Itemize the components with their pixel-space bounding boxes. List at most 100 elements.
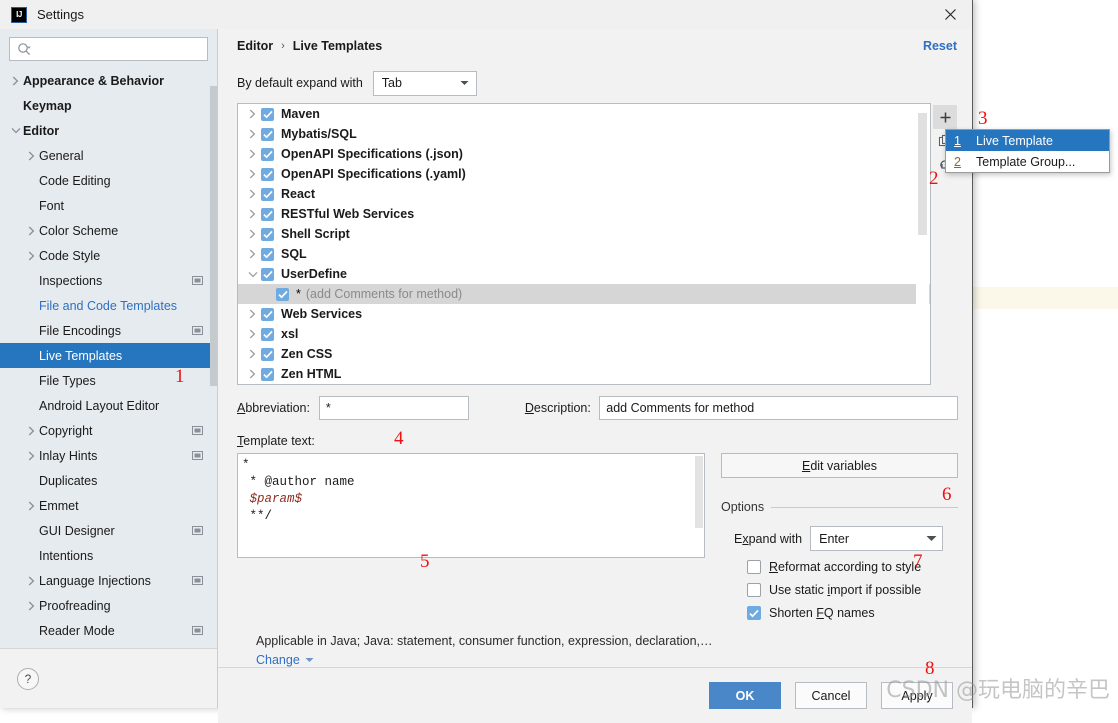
- template-tree-row[interactable]: Web Services: [238, 304, 930, 324]
- chevron-down-icon[interactable]: [8, 127, 23, 134]
- template-text-editor[interactable]: * * @author name $param$ **/: [237, 453, 705, 558]
- template-enabled-checkbox[interactable]: [261, 267, 274, 281]
- template-enabled-checkbox[interactable]: [261, 367, 274, 381]
- sidebar-item-copyright[interactable]: Copyright: [0, 418, 217, 443]
- sidebar-item-keymap[interactable]: Keymap: [0, 93, 217, 118]
- sidebar-item-proofreading[interactable]: Proofreading: [0, 593, 217, 618]
- chevron-right-icon[interactable]: [244, 349, 261, 359]
- chevron-right-icon[interactable]: [244, 189, 261, 199]
- template-tree-scrollbar-thumb[interactable]: [918, 113, 927, 235]
- template-enabled-checkbox[interactable]: [261, 107, 274, 121]
- sidebar-item-appearance-behavior[interactable]: Appearance & Behavior: [0, 68, 217, 93]
- close-icon[interactable]: [928, 0, 972, 29]
- template-enabled-checkbox[interactable]: [261, 307, 274, 321]
- sidebar-item-inlay-hints[interactable]: Inlay Hints: [0, 443, 217, 468]
- chevron-right-icon[interactable]: [24, 426, 39, 436]
- template-tree-row[interactable]: RESTful Web Services: [238, 204, 930, 224]
- template-tree-row[interactable]: * (add Comments for method): [238, 284, 930, 304]
- template-enabled-checkbox[interactable]: [261, 207, 274, 221]
- settings-category-tree[interactable]: Appearance & Behavior Keymap Editor General…: [0, 68, 217, 648]
- search-box[interactable]: [9, 37, 208, 61]
- sidebar-item-intentions[interactable]: Intentions: [0, 543, 217, 568]
- sidebar-item-color-scheme[interactable]: Color Scheme: [0, 218, 217, 243]
- help-icon[interactable]: ?: [17, 667, 39, 690]
- template-enabled-checkbox[interactable]: [261, 187, 274, 201]
- default-expand-combo[interactable]: Tab: [372, 70, 477, 96]
- chevron-right-icon[interactable]: [244, 309, 261, 319]
- template-tree-row[interactable]: OpenAPI Specifications (.yaml): [238, 164, 930, 184]
- template-tree-row[interactable]: Zen CSS: [238, 344, 930, 364]
- checkbox-box[interactable]: [747, 606, 761, 620]
- chevron-right-icon[interactable]: [244, 109, 261, 119]
- chevron-right-icon[interactable]: [24, 151, 39, 161]
- cancel-button[interactable]: Cancel: [795, 682, 867, 709]
- chevron-right-icon[interactable]: [24, 601, 39, 611]
- template-tree-row[interactable]: React: [238, 184, 930, 204]
- template-text-scrollbar-thumb[interactable]: [695, 456, 703, 528]
- search-input[interactable]: [32, 39, 207, 59]
- sidebar-item-gui-designer[interactable]: GUI Designer: [0, 518, 217, 543]
- chevron-right-icon[interactable]: [244, 209, 261, 219]
- template-enabled-checkbox[interactable]: [276, 287, 289, 301]
- template-enabled-checkbox[interactable]: [261, 167, 274, 181]
- ok-button[interactable]: OK: [709, 682, 781, 709]
- sidebar-item-inspections[interactable]: Inspections: [0, 268, 217, 293]
- chevron-right-icon[interactable]: [244, 329, 261, 339]
- template-enabled-checkbox[interactable]: [261, 327, 274, 341]
- chevron-right-icon[interactable]: [24, 226, 39, 236]
- chevron-down-icon[interactable]: [244, 271, 261, 278]
- template-tree-row[interactable]: Shell Script: [238, 224, 930, 244]
- template-tree-scrollbar[interactable]: [916, 105, 929, 383]
- chevron-right-icon[interactable]: [244, 249, 261, 259]
- change-context-link[interactable]: Change: [256, 653, 958, 667]
- sidebar-item-file-encodings[interactable]: File Encodings: [0, 318, 217, 343]
- template-enabled-checkbox[interactable]: [261, 127, 274, 141]
- sidebar-item-editor[interactable]: Editor: [0, 118, 217, 143]
- live-templates-tree[interactable]: Maven Mybatis/SQL OpenAPI Specifications (…: [237, 103, 931, 385]
- chevron-right-icon[interactable]: [244, 229, 261, 239]
- template-tree-row[interactable]: SQL: [238, 244, 930, 264]
- checkbox-box[interactable]: [747, 560, 761, 574]
- template-tree-row[interactable]: xsl: [238, 324, 930, 344]
- sidebar-item-file-types[interactable]: File Types: [0, 368, 217, 393]
- sidebar-item-general[interactable]: General: [0, 143, 217, 168]
- chevron-right-icon[interactable]: [244, 149, 261, 159]
- sidebar-item-code-editing[interactable]: Code Editing: [0, 168, 217, 193]
- template-tree-row[interactable]: Zen HTML: [238, 364, 930, 384]
- option-checkbox-reformat-according-to-style[interactable]: Reformat according to style: [721, 560, 958, 574]
- chevron-right-icon[interactable]: [244, 169, 261, 179]
- add-menu-item-template-group[interactable]: 2 Template Group...: [946, 151, 1109, 172]
- template-enabled-checkbox[interactable]: [261, 227, 274, 241]
- template-tree-row[interactable]: Mybatis/SQL: [238, 124, 930, 144]
- sidebar-item-emmet[interactable]: Emmet: [0, 493, 217, 518]
- chevron-right-icon[interactable]: [244, 369, 261, 379]
- reset-link[interactable]: Reset: [923, 39, 957, 53]
- chevron-right-icon[interactable]: [24, 451, 39, 461]
- template-text-scrollbar[interactable]: [694, 454, 704, 557]
- sidebar-item-duplicates[interactable]: Duplicates: [0, 468, 217, 493]
- sidebar-item-file-and-code-templates[interactable]: File and Code Templates: [0, 293, 217, 318]
- template-enabled-checkbox[interactable]: [261, 347, 274, 361]
- sidebar-scrollbar[interactable]: [209, 68, 217, 648]
- edit-variables-button[interactable]: Edit variables: [721, 453, 958, 478]
- template-tree-row[interactable]: OpenAPI Specifications (.json): [238, 144, 930, 164]
- sidebar-item-language-injections[interactable]: Language Injections: [0, 568, 217, 593]
- add-menu-item-live-template[interactable]: 1 Live Template: [946, 130, 1109, 151]
- sidebar-item-font[interactable]: Font: [0, 193, 217, 218]
- checkbox-box[interactable]: [747, 583, 761, 597]
- sidebar-item-textmate-bundl[interactable]: TextMate Bundl: [0, 643, 217, 648]
- sidebar-scrollbar-thumb[interactable]: [210, 86, 217, 386]
- add-template-button[interactable]: [933, 105, 957, 129]
- sidebar-item-android-layout-editor[interactable]: Android Layout Editor: [0, 393, 217, 418]
- sidebar-item-live-templates[interactable]: Live Templates: [0, 343, 217, 368]
- chevron-right-icon[interactable]: [244, 129, 261, 139]
- option-checkbox-shorten-fq-names[interactable]: Shorten FQ names: [721, 606, 958, 620]
- template-tree-row[interactable]: UserDefine: [238, 264, 930, 284]
- apply-button[interactable]: Apply: [881, 682, 953, 709]
- description-input[interactable]: [599, 396, 958, 420]
- template-text-content[interactable]: * * @author name $param$ **/: [238, 454, 704, 528]
- sidebar-item-reader-mode[interactable]: Reader Mode: [0, 618, 217, 643]
- template-tree-row[interactable]: Maven: [238, 104, 930, 124]
- chevron-right-icon[interactable]: [24, 576, 39, 586]
- abbreviation-input[interactable]: [318, 396, 469, 420]
